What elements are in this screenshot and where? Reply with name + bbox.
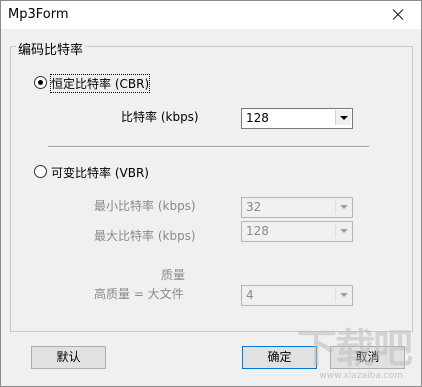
cbr-radio[interactable] — [34, 76, 47, 89]
min-bitrate-select-value: 32 — [246, 200, 262, 214]
quality-hint-label: 高质量 = 大文件 — [94, 287, 184, 301]
max-bitrate-select[interactable]: 128 — [241, 221, 353, 242]
chevron-down-icon[interactable] — [335, 110, 351, 125]
default-button[interactable]: 默认 — [31, 346, 106, 369]
cbr-radio-label[interactable]: 恒定比特率 (CBR) — [49, 74, 151, 93]
quality-label: 质量 — [161, 268, 186, 282]
quality-select[interactable]: 4 — [241, 285, 353, 306]
dialog-window: Mp3Form 编码比特率 恒定比特率 (CBR) 比特率 (kbps) 128… — [0, 0, 422, 387]
min-bitrate-select[interactable]: 32 — [241, 197, 353, 218]
chevron-down-icon[interactable] — [335, 287, 351, 302]
vbr-radio[interactable] — [34, 165, 47, 178]
chevron-down-icon[interactable] — [335, 199, 351, 214]
bitrate-label: 比特率 (kbps) — [121, 110, 199, 124]
min-bitrate-label: 最小比特率 (kbps) — [94, 199, 196, 213]
groupbox-label: 编码比特率 — [16, 39, 86, 58]
bitrate-select-value: 128 — [246, 111, 269, 125]
chevron-down-icon[interactable] — [335, 223, 351, 238]
max-bitrate-select-value: 128 — [246, 224, 269, 238]
close-icon[interactable] — [375, 1, 421, 29]
bitrate-select[interactable]: 128 — [241, 108, 353, 129]
watermark-url: www.xiazaiba.com — [319, 371, 403, 381]
quality-select-value: 4 — [246, 288, 254, 302]
watermark-logo: 下载吧 — [297, 326, 413, 372]
window-title: Mp3Form — [8, 7, 69, 22]
max-bitrate-label: 最大比特率 (kbps) — [94, 229, 196, 243]
title-bar[interactable]: Mp3Form — [1, 1, 421, 29]
vbr-radio-label[interactable]: 可变比特率 (VBR) — [51, 164, 149, 181]
separator — [48, 146, 369, 148]
